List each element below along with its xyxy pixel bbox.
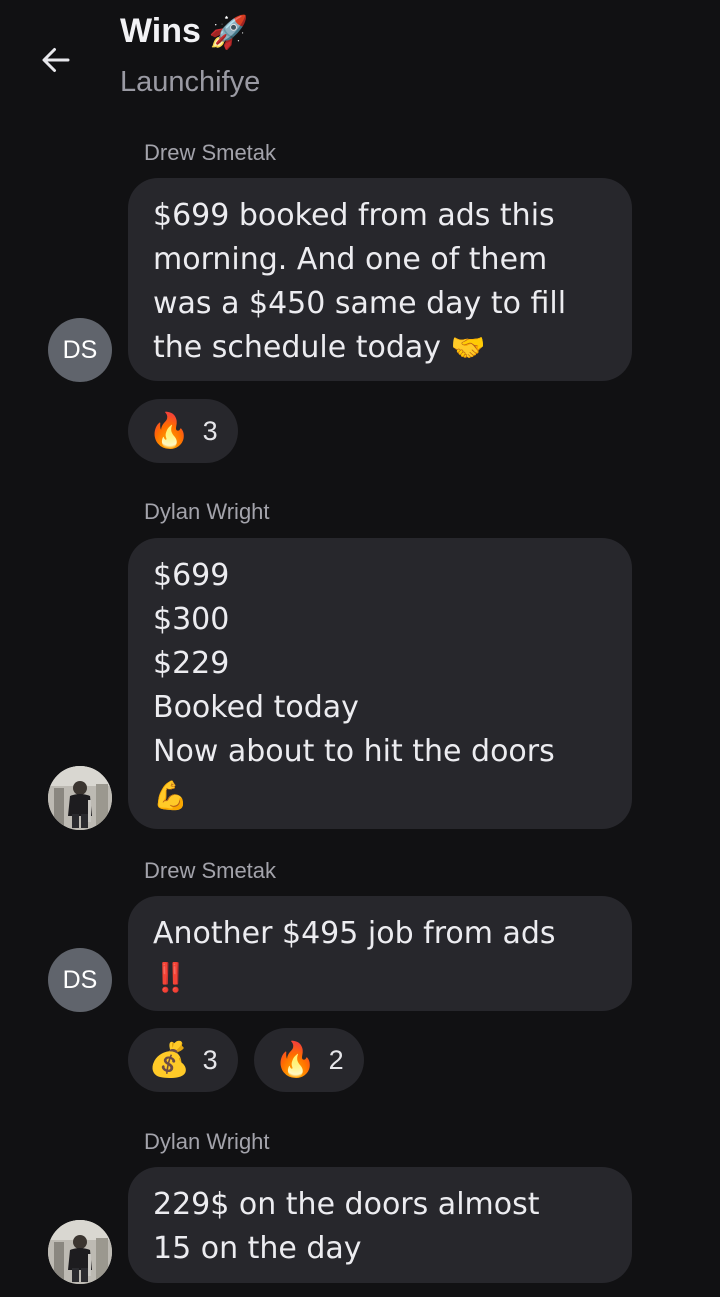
message-bubble[interactable]: $699 $300 $229 Booked today Now about to… [128, 538, 632, 829]
chat-screen: Wins 🚀 Launchifye Drew Smetak $699 booke… [0, 0, 720, 1297]
fire-icon: 🔥 [274, 1041, 317, 1079]
reaction-count: 3 [202, 1044, 218, 1075]
message-sender: Dylan Wright [144, 1129, 270, 1154]
channel-title-text: Wins [120, 12, 201, 50]
flexed-biceps-icon: 💪 [153, 779, 188, 812]
money-bag-icon: 💰 [148, 1041, 191, 1079]
avatar[interactable]: DS [48, 948, 112, 1012]
message-sender: Drew Smetak [144, 140, 277, 165]
fire-icon: 🔥 [148, 412, 191, 450]
avatar[interactable]: DS [48, 318, 112, 382]
message-text: $699 $300 $229 Booked today Now about to… [153, 558, 555, 769]
reaction-count: 2 [328, 1044, 344, 1075]
message-bubble[interactable]: Another $495 job from ads ‼️ [128, 896, 632, 1011]
user-photo-icon [48, 1220, 112, 1284]
message-text: 229$ on the doors almost 15 on the day [153, 1187, 540, 1266]
avatar[interactable] [48, 766, 112, 830]
handshake-icon: 🤝 [450, 331, 486, 364]
back-button[interactable] [34, 38, 78, 82]
reaction-fire[interactable]: 🔥 3 [128, 399, 238, 463]
message-sender: Dylan Wright [144, 499, 270, 524]
avatar[interactable] [48, 1220, 112, 1284]
chat-header: Wins 🚀 Launchifye [0, 0, 720, 115]
user-photo-icon [48, 766, 112, 830]
message-bubble[interactable]: $699 booked from ads this morning. And o… [128, 178, 632, 381]
message-text: Another $495 job from ads [153, 916, 556, 951]
reaction-count: 3 [202, 415, 218, 446]
reaction-fire[interactable]: 🔥 2 [254, 1028, 364, 1092]
channel-subtitle: Launchifye [120, 66, 261, 98]
arrow-left-icon [42, 48, 70, 72]
channel-title: Wins 🚀 [120, 12, 249, 51]
rocket-icon: 🚀 [208, 13, 249, 50]
message-bubble[interactable]: 229$ on the doors almost 15 on the day [128, 1167, 632, 1283]
double-exclamation-icon: ‼️ [153, 961, 188, 994]
message-text: $699 booked from ads this morning. And o… [153, 198, 567, 365]
reaction-money-bag[interactable]: 💰 3 [128, 1028, 238, 1092]
message-sender: Drew Smetak [144, 858, 277, 883]
